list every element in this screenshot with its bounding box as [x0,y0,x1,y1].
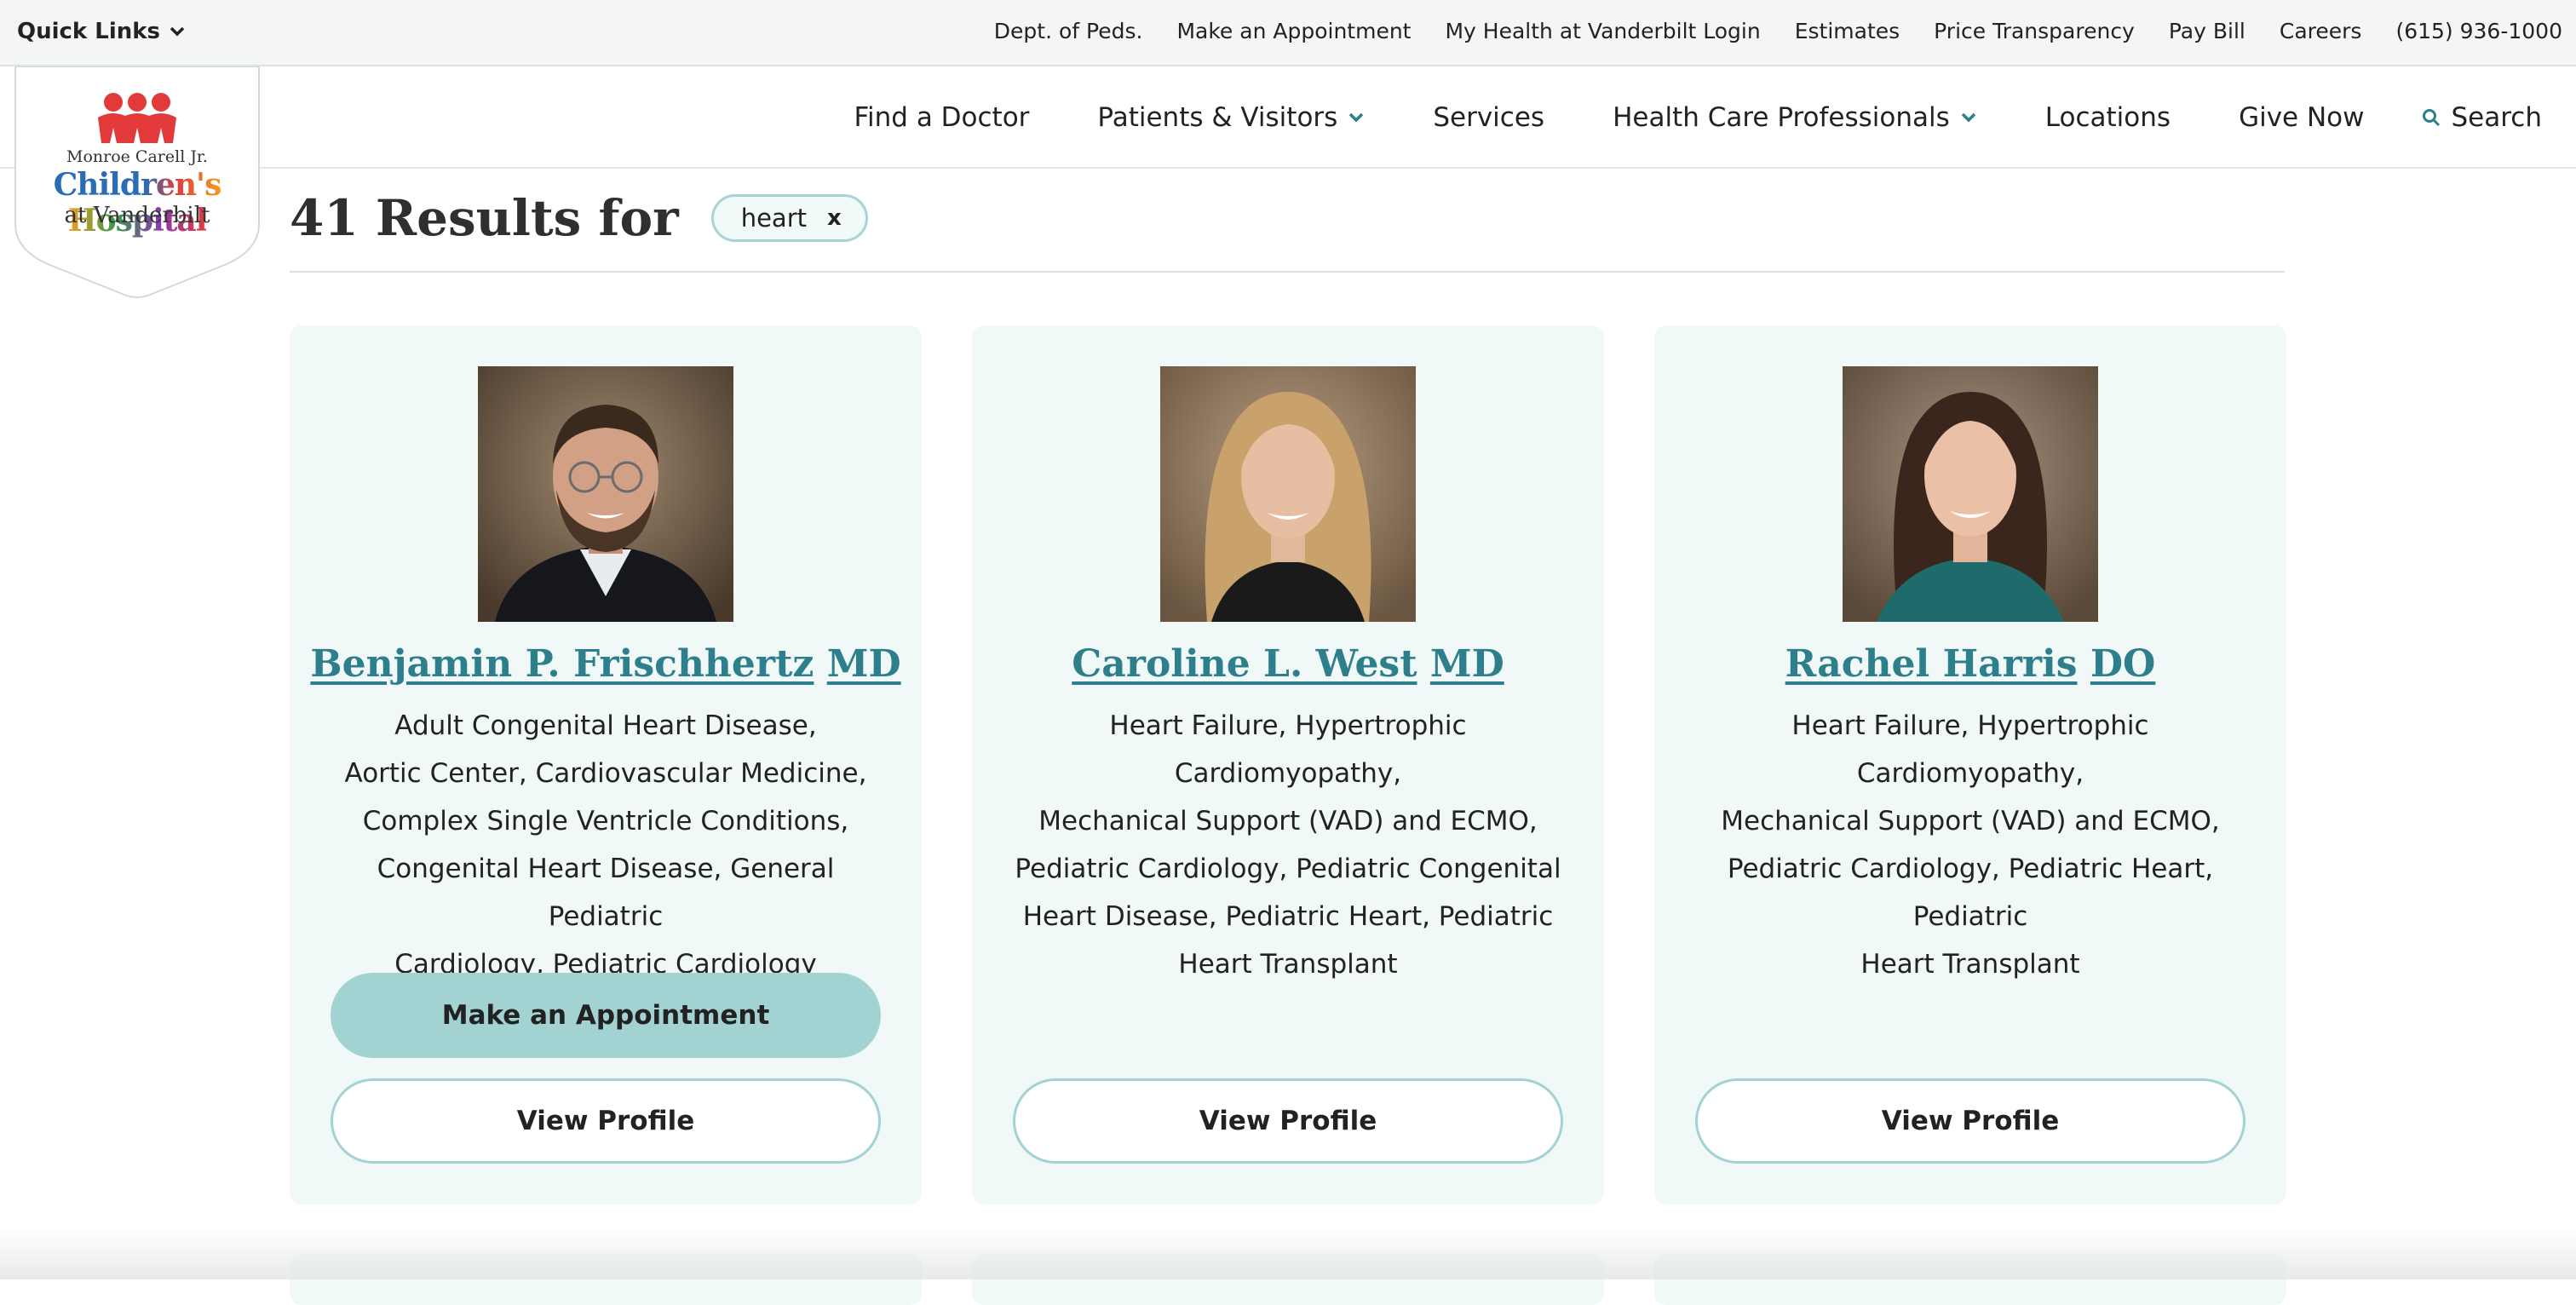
hospital-logo[interactable]: Monroe Carell Jr. Children's Hospital at… [14,66,261,300]
nav-locations-label: Locations [2044,102,2171,133]
doctor-photo[interactable] [1160,366,1416,622]
doctor-portrait-image [1160,366,1416,622]
chevron-down-icon [1349,112,1364,123]
nav-search-label: Search [2451,102,2542,133]
doctor-name-link[interactable]: Benjamin P. Frischhertz [310,642,814,686]
nav-give-now-label: Give Now [2239,102,2365,133]
specialty-line: Mechanical Support (VAD) and ECMO, [1038,806,1538,836]
doctor-name: Benjamin P. Frischhertz MD [290,642,922,686]
nav-patients-visitors[interactable]: Patients & Visitors [1097,102,1365,133]
doctor-photo[interactable] [1843,366,2098,622]
specialty-line: Heart Transplant [1178,949,1398,980]
doctor-name: Rachel Harris DO [1654,642,2286,686]
doctor-photo[interactable] [478,366,733,622]
logo-line-1: Monroe Carell Jr. [66,147,208,166]
results-header: 41 Results for heart x [290,189,868,247]
doctor-credential-link[interactable]: MD [827,642,901,686]
bottom-edge-shadow [0,1227,2576,1279]
nav-services[interactable]: Services [1433,102,1544,133]
logo-children-figures-icon [98,93,176,143]
doctor-specialties: Adult Congenital Heart Disease, Aortic C… [332,702,879,988]
view-profile-button[interactable]: View Profile [1695,1078,2245,1164]
doctor-specialties: Heart Failure, Hypertrophic Cardiomyopat… [1697,702,2244,988]
nav-find-doctor-label: Find a Doctor [854,102,1030,133]
doctor-portrait-image [478,366,733,622]
nav-locations[interactable]: Locations [2045,102,2171,133]
util-link-price-transparency[interactable]: Price Transparency [1934,19,2135,43]
nav-patients-visitors-label: Patients & Visitors [1097,102,1338,133]
chevron-down-icon [170,26,185,37]
view-profile-button[interactable]: View Profile [1013,1078,1563,1164]
specialty-line: Heart Failure, Hypertrophic Cardiomyopat… [1791,710,2149,789]
specialty-line: Mechanical Support (VAD) and ECMO, [1721,806,2220,836]
specialty-line: Heart Disease, Pediatric Heart, Pediatri… [1022,901,1554,932]
specialty-line: Pediatric Cardiology, Pediatric Heart, P… [1727,854,2214,932]
specialty-line: Heart Failure, Hypertrophic Cardiomyopat… [1109,710,1467,789]
specialty-line: Aortic Center, Cardiovascular Medicine, [344,758,867,789]
search-icon [2423,109,2441,127]
specialty-line: Adult Congenital Heart Disease, [394,710,817,741]
utility-bar: Quick Links Dept. of Peds. Make an Appoi… [0,0,2576,66]
chevron-down-icon [1961,112,1976,123]
doctor-name-link[interactable]: Rachel Harris [1785,642,2078,686]
nav-health-care-professionals-label: Health Care Professionals [1613,102,1950,133]
util-link-dept-peds[interactable]: Dept. of Peds. [994,19,1143,43]
results-title: 41 Results for [290,189,679,247]
util-link-estimates[interactable]: Estimates [1795,19,1900,43]
filter-chip: heart x [710,194,868,242]
specialty-line: Complex Single Ventricle Conditions, [362,806,849,836]
specialty-line: Congenital Heart Disease, General Pediat… [377,854,835,932]
logo-line-3: at Vanderbilt [64,203,210,228]
util-link-careers[interactable]: Careers [2280,19,2362,43]
nav-services-label: Services [1433,102,1545,133]
util-link-my-health-login[interactable]: My Health at Vanderbilt Login [1445,19,1760,43]
specialty-line: Pediatric Cardiology, Pediatric Congenit… [1015,854,1561,884]
view-profile-button[interactable]: View Profile [331,1078,881,1164]
util-link-make-appointment[interactable]: Make an Appointment [1176,19,1411,43]
doctor-credential-link[interactable]: MD [1430,642,1504,686]
doctor-name-link[interactable]: Caroline L. West [1072,642,1417,686]
doctor-card: Benjamin P. Frischhertz MD Adult Congeni… [290,325,922,1204]
doctor-portrait-image [1843,366,2098,622]
quick-links-label: Quick Links [17,19,161,44]
nav-give-now[interactable]: Give Now [2239,102,2364,133]
filter-chip-label: heart [740,204,807,233]
nav-health-care-professionals[interactable]: Health Care Professionals [1613,102,1977,133]
util-link-phone[interactable]: (615) 936-1000 [2395,19,2562,43]
nav-search[interactable]: Search [2422,102,2542,133]
main-nav: Find a Doctor Patients & Visitors Servic… [0,66,2576,169]
doctor-specialties: Heart Failure, Hypertrophic Cardiomyopat… [1015,702,1561,988]
nav-find-doctor[interactable]: Find a Doctor [854,102,1029,133]
results-divider [290,271,2285,273]
doctor-card: Caroline L. West MD Heart Failure, Hyper… [972,325,1604,1204]
make-appointment-button[interactable]: Make an Appointment [331,973,881,1058]
util-link-pay-bill[interactable]: Pay Bill [2169,19,2245,43]
quick-links-dropdown[interactable]: Quick Links [17,19,186,44]
specialty-line: Heart Transplant [1860,949,2080,980]
close-icon[interactable]: x [827,205,842,231]
doctor-credential-link[interactable]: DO [2090,642,2155,686]
doctor-card: Rachel Harris DO Heart Failure, Hypertro… [1654,325,2286,1204]
doctor-name: Caroline L. West MD [972,642,1604,686]
